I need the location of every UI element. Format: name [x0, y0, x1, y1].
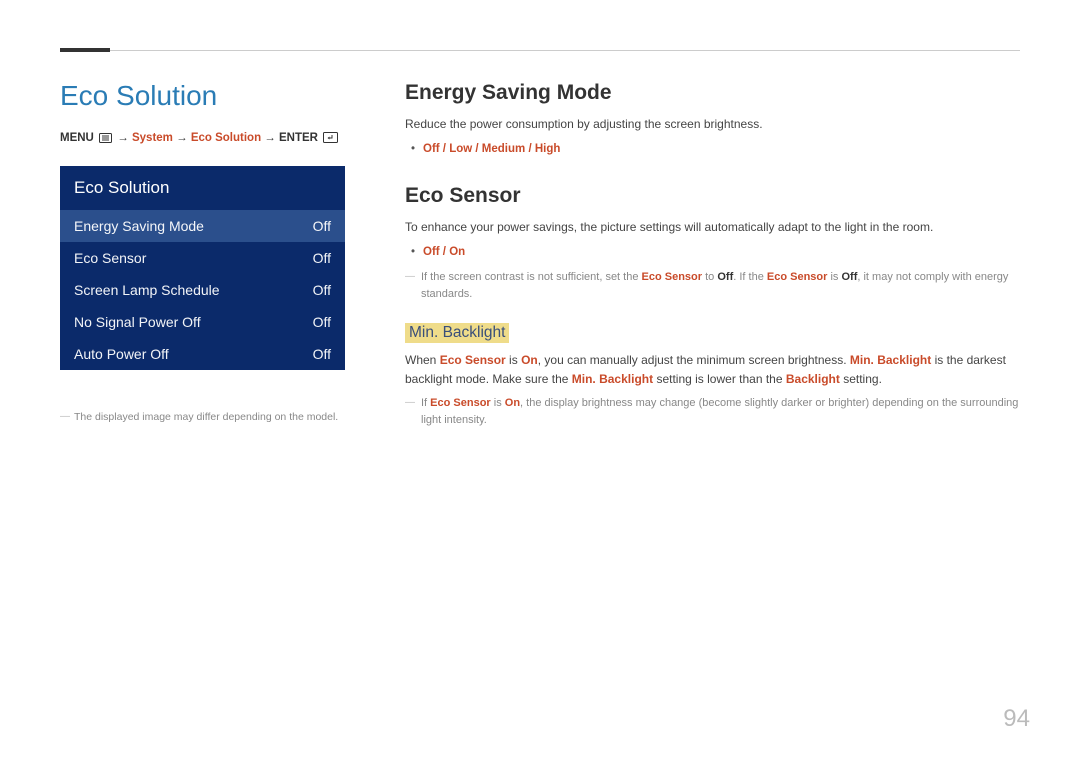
option-value: Medium — [482, 143, 525, 155]
menu-row-value: Off — [313, 282, 331, 298]
term-backlight: Backlight — [786, 372, 840, 386]
min-backlight-note: If Eco Sensor is On, the display brightn… — [405, 395, 1020, 429]
breadcrumb-menu-label: MENU — [60, 132, 94, 144]
breadcrumb-arrow: → — [117, 132, 129, 144]
min-backlight-desc: When Eco Sensor is On, you can manually … — [405, 351, 1020, 388]
menu-row-auto-power-off[interactable]: Auto Power Off Off — [60, 338, 345, 370]
term-on: On — [521, 353, 538, 367]
option-value: Low — [449, 143, 472, 155]
menu-row-value: Off — [313, 314, 331, 330]
menu-row-value: Off — [313, 346, 331, 362]
settings-menu-panel: Eco Solution Energy Saving Mode Off Eco … — [60, 166, 345, 370]
menu-row-eco-sensor[interactable]: Eco Sensor Off — [60, 242, 345, 274]
option-value: High — [535, 143, 561, 155]
eco-sensor-note: If the screen contrast is not sufficient… — [405, 269, 1020, 303]
energy-saving-desc: Reduce the power consumption by adjustin… — [405, 115, 1020, 134]
term-eco-sensor: Eco Sensor — [430, 397, 491, 409]
term-off: Off — [717, 271, 733, 283]
content-columns: Eco Solution MENU → System → Eco Solutio… — [60, 81, 1020, 435]
menu-row-label: Auto Power Off — [74, 346, 169, 362]
right-column: Energy Saving Mode Reduce the power cons… — [405, 81, 1020, 435]
menu-row-label: Eco Sensor — [74, 250, 146, 266]
term-min-backlight: Min. Backlight — [850, 353, 931, 367]
breadcrumb-enter-label: ENTER — [279, 132, 318, 144]
image-disclaimer-note: The displayed image may differ depending… — [60, 410, 345, 426]
menu-row-label: No Signal Power Off — [74, 314, 201, 330]
option-value: Off — [423, 143, 440, 155]
page-title: Eco Solution — [60, 81, 345, 112]
eco-sensor-options: Off / On — [405, 243, 1020, 261]
breadcrumb-system: System — [132, 132, 173, 144]
heading-eco-sensor: Eco Sensor — [405, 184, 1020, 208]
term-eco-sensor: Eco Sensor — [642, 271, 703, 283]
term-eco-sensor: Eco Sensor — [767, 271, 828, 283]
page-number: 94 — [1003, 705, 1030, 733]
term-off: Off — [841, 271, 857, 283]
eco-sensor-desc: To enhance your power savings, the pictu… — [405, 218, 1020, 237]
heading-min-backlight: Min. Backlight — [405, 323, 509, 343]
breadcrumb-arrow: → — [176, 132, 188, 144]
breadcrumb-arrow: → — [264, 132, 276, 144]
menu-row-value: Off — [313, 250, 331, 266]
term-min-backlight: Min. Backlight — [572, 372, 653, 386]
option-list-item: Off / On — [423, 243, 1020, 261]
menu-row-label: Screen Lamp Schedule — [74, 282, 220, 298]
option-value: On — [449, 246, 465, 258]
top-rule — [60, 50, 1020, 51]
term-eco-sensor: Eco Sensor — [440, 353, 506, 367]
menu-row-no-signal[interactable]: No Signal Power Off Off — [60, 306, 345, 338]
energy-saving-options: Off / Low / Medium / High — [405, 140, 1020, 158]
menu-icon — [99, 132, 112, 148]
menu-row-value: Off — [313, 218, 331, 234]
menu-row-screen-lamp[interactable]: Screen Lamp Schedule Off — [60, 274, 345, 306]
manual-page: Eco Solution MENU → System → Eco Solutio… — [0, 0, 1080, 763]
menu-row-label: Energy Saving Mode — [74, 218, 204, 234]
breadcrumb: MENU → System → Eco Solution → ENTER — [60, 130, 345, 148]
breadcrumb-eco: Eco Solution — [191, 132, 261, 144]
menu-row-energy-saving[interactable]: Energy Saving Mode Off — [60, 210, 345, 242]
menu-panel-header: Eco Solution — [60, 166, 345, 210]
option-list-item: Off / Low / Medium / High — [423, 140, 1020, 158]
term-on: On — [505, 397, 520, 409]
left-column: Eco Solution MENU → System → Eco Solutio… — [60, 81, 345, 426]
enter-icon — [323, 132, 338, 148]
heading-energy-saving: Energy Saving Mode — [405, 81, 1020, 105]
option-value: Off — [423, 246, 440, 258]
